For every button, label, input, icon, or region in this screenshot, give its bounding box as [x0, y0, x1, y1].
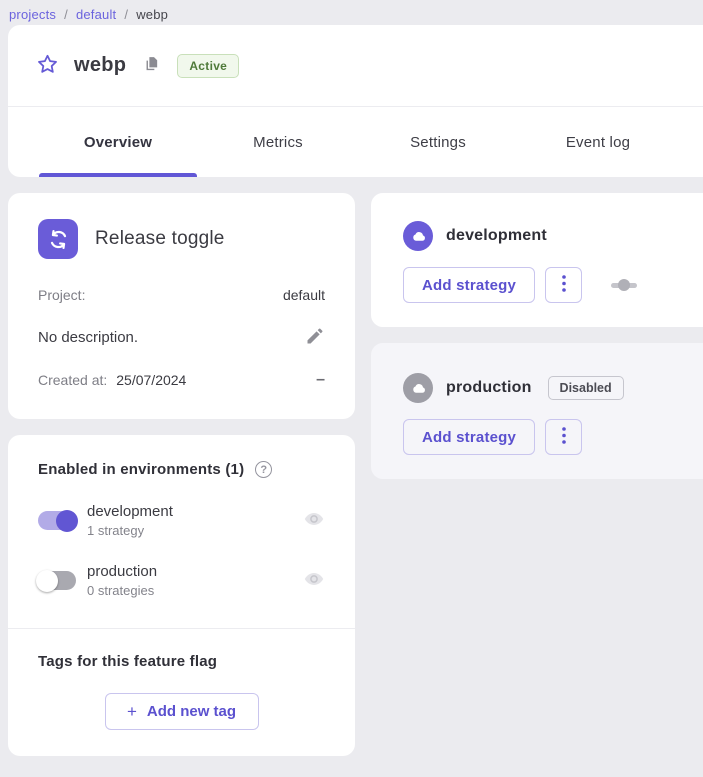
- star-icon: [35, 52, 60, 80]
- description-row: No description.: [38, 326, 325, 349]
- status-badge: Active: [177, 54, 239, 78]
- tab-event-log-label: Event log: [566, 134, 630, 151]
- environment-card-development: development Add strategy: [371, 193, 703, 327]
- project-label: Project:: [38, 287, 85, 303]
- description-text: No description.: [38, 329, 138, 346]
- feature-tabs: Overview Metrics Settings Event log: [8, 107, 703, 177]
- cloud-icon: [403, 373, 433, 403]
- eye-icon: [303, 568, 325, 593]
- environment-enable-toggle[interactable]: [611, 283, 637, 288]
- production-card-header: production Disabled: [403, 373, 699, 403]
- cloud-icon: [403, 221, 433, 251]
- breadcrumb-default[interactable]: default: [76, 7, 116, 22]
- production-labels: production 0 strategies: [87, 563, 157, 598]
- active-tab-indicator: [39, 173, 197, 177]
- breadcrumb-separator: /: [64, 7, 68, 22]
- environment-name: development: [87, 503, 173, 520]
- add-strategy-button[interactable]: Add strategy: [403, 267, 535, 303]
- breadcrumb-separator: /: [124, 7, 128, 22]
- copy-name-button[interactable]: [143, 55, 160, 77]
- edit-description-button[interactable]: [305, 326, 325, 349]
- preview-development-button[interactable]: [303, 508, 325, 533]
- enabled-environments-section: Enabled in environments (1) ? developmen…: [8, 435, 355, 628]
- breadcrumb: projects / default / webp: [0, 0, 703, 25]
- copy-icon: [143, 55, 160, 77]
- help-icon[interactable]: ?: [255, 461, 272, 478]
- more-actions-button[interactable]: [545, 267, 582, 303]
- project-value[interactable]: default: [283, 287, 325, 303]
- environment-card-production: production Disabled Add strategy: [371, 343, 703, 479]
- flag-type-row: Release toggle: [38, 219, 325, 259]
- preview-production-button[interactable]: [303, 568, 325, 593]
- development-card-actions: Add strategy: [403, 267, 699, 303]
- created-label: Created at:: [38, 372, 107, 388]
- tags-title: Tags for this feature flag: [38, 653, 325, 670]
- plus-icon: +: [127, 702, 137, 722]
- kebab-menu-icon: [562, 275, 566, 295]
- breadcrumb-current-webp: webp: [136, 7, 168, 22]
- page-title: webp: [74, 54, 126, 77]
- tab-metrics[interactable]: Metrics: [198, 107, 358, 177]
- feature-title-row: webp Active: [8, 25, 703, 106]
- environment-row-production: production 0 strategies: [38, 563, 325, 598]
- tab-event-log[interactable]: Event log: [518, 107, 678, 177]
- breadcrumb-projects[interactable]: projects: [9, 7, 56, 22]
- environment-card-title: production: [446, 379, 532, 397]
- add-new-tag-button[interactable]: + Add new tag: [105, 693, 259, 730]
- favorite-star-button[interactable]: [35, 52, 60, 80]
- feature-header-card: webp Active Overview Metrics Settings Ev…: [8, 25, 703, 177]
- pencil-icon: [305, 326, 325, 349]
- release-toggle-icon: [38, 219, 78, 259]
- disabled-badge: Disabled: [548, 376, 624, 400]
- production-toggle[interactable]: [38, 571, 76, 590]
- created-value: 25/07/2024: [116, 372, 186, 388]
- add-strategy-button[interactable]: Add strategy: [403, 419, 535, 455]
- tab-overview[interactable]: Overview: [38, 107, 198, 177]
- main-content: Release toggle Project: default No descr…: [8, 193, 703, 756]
- created-pair: Created at: 25/07/2024: [38, 372, 186, 388]
- production-card-actions: Add strategy: [403, 419, 699, 455]
- environment-strategy-count: 1 strategy: [87, 523, 173, 538]
- flag-type-name: Release toggle: [95, 228, 225, 250]
- project-row: Project: default: [38, 284, 325, 306]
- tab-overview-label: Overview: [84, 134, 152, 151]
- tab-metrics-label: Metrics: [253, 134, 303, 151]
- collapse-card-button[interactable]: –: [316, 372, 325, 388]
- left-column: Release toggle Project: default No descr…: [8, 193, 355, 756]
- feature-side-panel: Enabled in environments (1) ? developmen…: [8, 435, 355, 756]
- eye-icon: [303, 508, 325, 533]
- environment-card-title: development: [446, 227, 547, 245]
- tab-settings[interactable]: Settings: [358, 107, 518, 177]
- right-column: development Add strategy: [371, 193, 703, 479]
- flag-metadata-card: Release toggle Project: default No descr…: [8, 193, 355, 419]
- enabled-environments-heading: Enabled in environments (1) ?: [38, 461, 325, 478]
- more-actions-button[interactable]: [545, 419, 582, 455]
- kebab-menu-icon: [562, 427, 566, 447]
- environment-strategy-count: 0 strategies: [87, 583, 157, 598]
- enabled-environments-title: Enabled in environments (1): [38, 461, 244, 478]
- environment-name: production: [87, 563, 157, 580]
- development-toggle[interactable]: [38, 511, 76, 530]
- development-card-header: development: [403, 221, 699, 251]
- development-labels: development 1 strategy: [87, 503, 173, 538]
- tab-settings-label: Settings: [410, 134, 466, 151]
- add-new-tag-label: Add new tag: [147, 703, 236, 720]
- created-row: Created at: 25/07/2024 –: [38, 369, 325, 391]
- environment-row-development: development 1 strategy: [38, 503, 325, 538]
- tags-section: Tags for this feature flag + Add new tag: [8, 629, 355, 756]
